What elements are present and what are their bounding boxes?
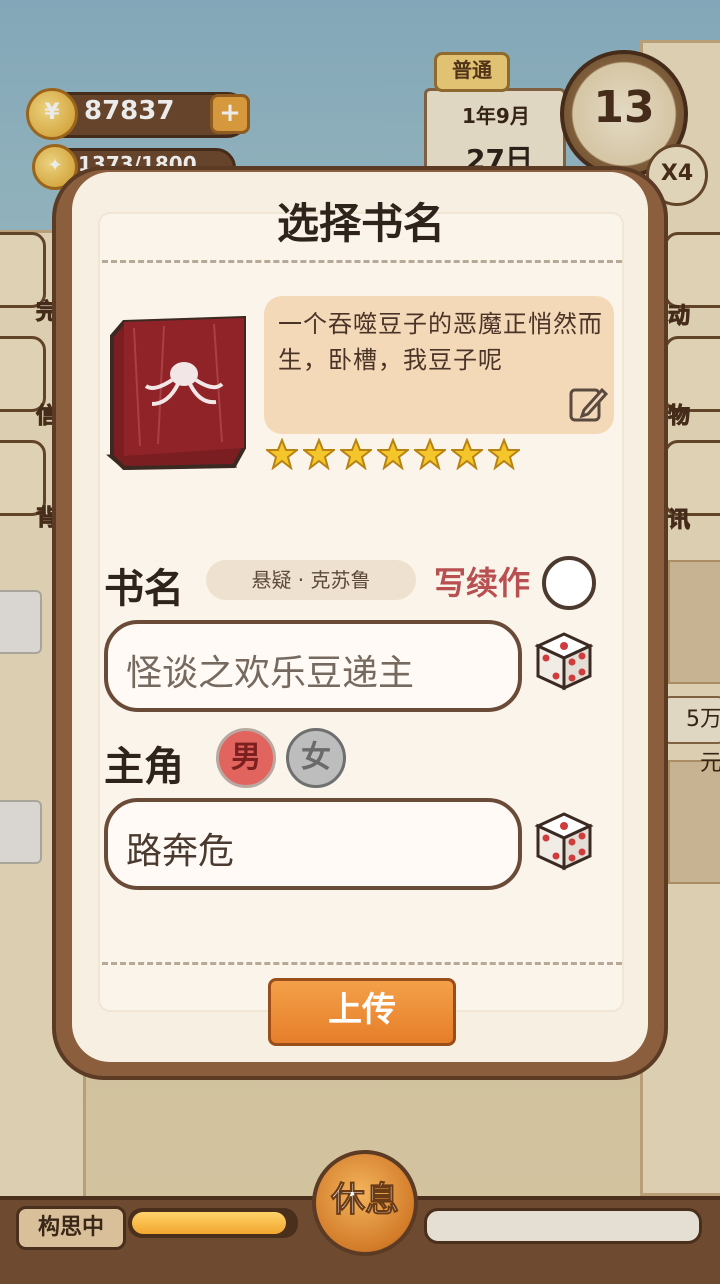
- random-name-dice-icon[interactable]: [532, 810, 594, 872]
- protagonist-name-value: 路奔危: [126, 831, 235, 872]
- genre-tag: 悬疑 · 克苏鲁: [206, 560, 416, 600]
- book-name-label: 书名: [104, 566, 184, 612]
- book-description: 一个吞噬豆子的恶魔正悄然而生，卧槽，我豆子呢: [278, 310, 603, 374]
- secondary-progress-bar: [424, 1208, 702, 1244]
- protagonist-label: 主角: [104, 744, 184, 790]
- gender-female-button[interactable]: 女: [286, 728, 346, 788]
- star-icon: [451, 438, 483, 470]
- star-icon: [377, 438, 409, 470]
- writing-status: 构思中: [16, 1206, 126, 1250]
- modal-title: 选择书名: [276, 199, 445, 248]
- protagonist-name-input[interactable]: 路奔危: [104, 798, 522, 890]
- star-icon: [303, 438, 335, 470]
- divider-top: [102, 260, 622, 263]
- book-title-input[interactable]: 怪谈之欢乐豆递主: [104, 620, 522, 712]
- random-title-dice-icon[interactable]: [532, 630, 594, 692]
- star-icon: [414, 438, 446, 470]
- sequel-checkbox[interactable]: [542, 556, 596, 610]
- upload-button[interactable]: 上传: [268, 978, 456, 1046]
- rest-button[interactable]: 休息: [312, 1150, 418, 1256]
- star-icon: [340, 438, 372, 470]
- gender-male-button[interactable]: 男: [216, 728, 276, 788]
- divider-bottom: [102, 962, 622, 965]
- star-icon: [266, 438, 298, 470]
- book-cover-icon: [106, 316, 246, 470]
- rating-stars: [266, 438, 526, 472]
- book-title-placeholder: 怪谈之欢乐豆递主: [126, 653, 415, 694]
- star-icon: [488, 438, 520, 470]
- edit-icon[interactable]: [568, 384, 608, 424]
- progress-bar-fill: [132, 1212, 286, 1234]
- sequel-label: 写续作: [434, 564, 531, 602]
